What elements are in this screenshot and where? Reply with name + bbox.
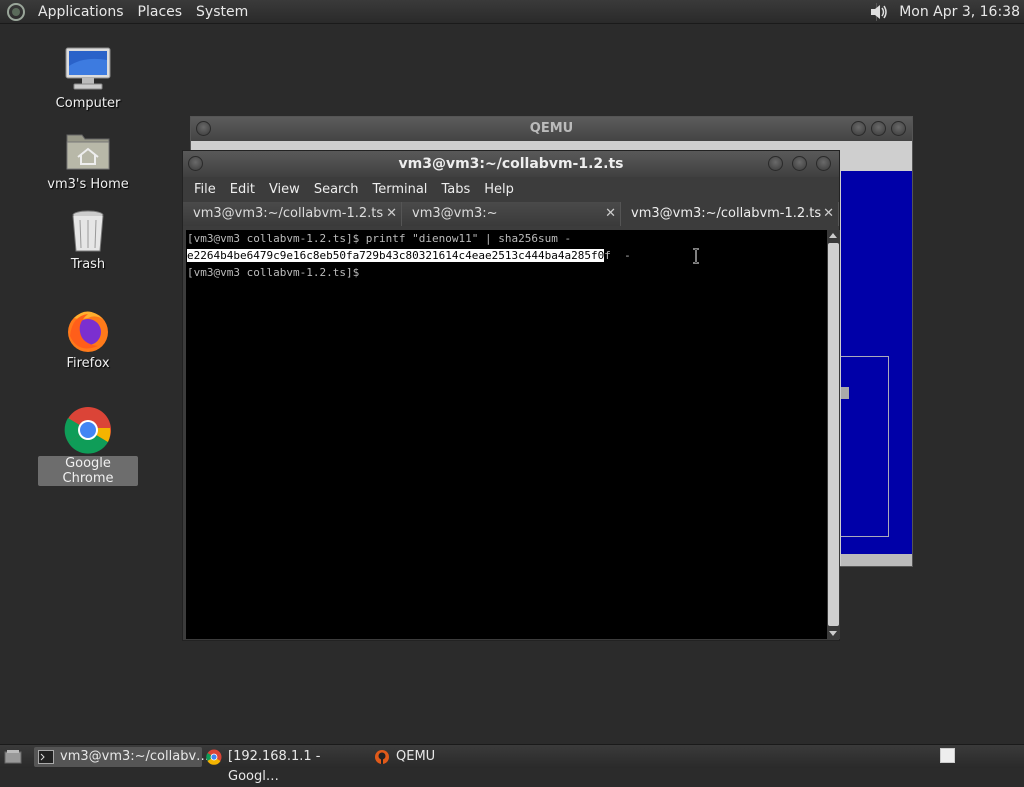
task-label: [192.168.1.1 - Googl… [228, 749, 321, 784]
show-desktop-icon[interactable] [4, 748, 22, 764]
desktop-icon-label: Firefox [66, 356, 110, 371]
terminal-titlebar[interactable]: vm3@vm3:~/collabvm-1.2.ts [183, 151, 839, 177]
volume-icon[interactable] [869, 3, 889, 21]
desktop-icon-chrome[interactable]: Google Chrome [38, 406, 138, 486]
terminal-line: e2264b4be6479c9e16c8eb50fa729b43c8032161… [186, 247, 827, 264]
tab-label: vm3@vm3:~ [412, 206, 498, 221]
window-title: vm3@vm3:~/collabvm-1.2.ts [398, 156, 624, 172]
text-cursor-icon [692, 248, 700, 264]
home-folder-icon [64, 127, 112, 175]
desktop-icon-label: Trash [70, 257, 106, 272]
qemu-guest-display[interactable] [841, 171, 912, 555]
menu-file[interactable]: File [187, 182, 223, 197]
terminal-window[interactable]: vm3@vm3:~/collabvm-1.2.ts File Edit View… [182, 150, 840, 641]
task-label: QEMU [396, 749, 436, 764]
menu-places[interactable]: Places [131, 0, 190, 24]
trash-icon [64, 207, 112, 255]
tab-label: vm3@vm3:~/collabvm-1.2.ts [631, 206, 822, 221]
desktop-icon-home[interactable]: vm3's Home [38, 127, 138, 192]
window-menu-icon[interactable] [188, 156, 203, 171]
qemu-statusbar [841, 554, 912, 566]
minimize-icon[interactable] [851, 121, 866, 136]
guest-dialog-frame [841, 356, 889, 537]
terminal-scrollbar[interactable] [827, 230, 840, 639]
maximize-icon[interactable] [792, 156, 807, 171]
desktop-icon-firefox[interactable]: Firefox [38, 306, 138, 371]
terminal-output[interactable]: [vm3@vm3 collabvm-1.2.ts]$ printf "dieno… [186, 230, 827, 639]
tab-close-icon[interactable]: ✕ [605, 202, 616, 226]
menu-system[interactable]: System [189, 0, 255, 24]
task-label: vm3@vm3:~/collabv… [60, 749, 210, 764]
menu-terminal[interactable]: Terminal [365, 182, 434, 197]
menu-applications[interactable]: Applications [31, 0, 131, 24]
firefox-icon [64, 306, 112, 354]
scrollbar-thumb[interactable] [828, 243, 839, 626]
distro-logo-icon[interactable] [7, 2, 25, 21]
desktop-icon-label: Google Chrome [38, 456, 138, 486]
tab-home[interactable]: vm3@vm3:~ ✕ [402, 202, 621, 226]
taskbar-item-terminal[interactable]: vm3@vm3:~/collabv… [34, 747, 209, 767]
bottom-panel: vm3@vm3:~/collabv… [192.168.1.1 - Googl…… [0, 744, 1024, 784]
window-menu-icon[interactable] [196, 121, 211, 136]
desktop-icon-label: Computer [55, 96, 121, 111]
menu-view[interactable]: View [262, 182, 307, 197]
top-panel: Applications Places System Mon Apr 3, 16… [0, 0, 1024, 24]
tab-collabvm-1[interactable]: vm3@vm3:~/collabvm-1.2.ts ✕ [183, 202, 402, 226]
chrome-icon [206, 749, 222, 765]
qemu-titlebar[interactable]: QEMU [191, 117, 912, 141]
menu-help[interactable]: Help [477, 182, 521, 197]
maximize-icon[interactable] [871, 121, 886, 136]
chrome-icon [64, 406, 112, 454]
terminal-line: [vm3@vm3 collabvm-1.2.ts]$ printf "dieno… [187, 232, 572, 245]
terminal-prompt: [vm3@vm3 collabvm-1.2.ts]$ [187, 266, 366, 279]
tab-label: vm3@vm3:~/collabvm-1.2.ts [193, 206, 384, 221]
qemu-icon [374, 749, 390, 765]
scroll-down-icon[interactable] [829, 631, 837, 636]
tab-collabvm-2[interactable]: vm3@vm3:~/collabvm-1.2.ts ✕ [621, 202, 839, 226]
taskbar-item-chrome[interactable]: [192.168.1.1 - Googl… [202, 747, 370, 784]
minimize-icon[interactable] [768, 156, 783, 171]
terminal-tabbar: vm3@vm3:~/collabvm-1.2.ts ✕ vm3@vm3:~ ✕ … [183, 202, 839, 226]
computer-icon [64, 46, 112, 94]
menu-tabs[interactable]: Tabs [434, 182, 477, 197]
tab-close-icon[interactable]: ✕ [823, 202, 834, 226]
window-title: QEMU [529, 121, 574, 136]
desktop-icon-computer[interactable]: Computer [38, 46, 138, 111]
tab-close-icon[interactable]: ✕ [386, 202, 397, 226]
taskbar-item-qemu[interactable]: QEMU [370, 747, 480, 767]
terminal-menubar: File Edit View Search Terminal Tabs Help [183, 177, 839, 202]
desktop-icon-trash[interactable]: Trash [38, 207, 138, 272]
selected-text[interactable]: e2264b4be6479c9e16c8eb50fa729b43c8032161… [187, 249, 605, 262]
clock[interactable]: Mon Apr 3, 16:38 [899, 4, 1024, 20]
workspace-switcher-icon[interactable] [940, 748, 955, 763]
desktop-icon-label: vm3's Home [47, 177, 129, 192]
close-icon[interactable] [891, 121, 906, 136]
terminal-text: f - [604, 249, 631, 262]
scroll-up-icon[interactable] [829, 233, 837, 238]
menu-search[interactable]: Search [307, 182, 366, 197]
close-icon[interactable] [816, 156, 831, 171]
menu-edit[interactable]: Edit [223, 182, 262, 197]
terminal-icon [38, 749, 54, 765]
guest-widget [841, 387, 849, 399]
